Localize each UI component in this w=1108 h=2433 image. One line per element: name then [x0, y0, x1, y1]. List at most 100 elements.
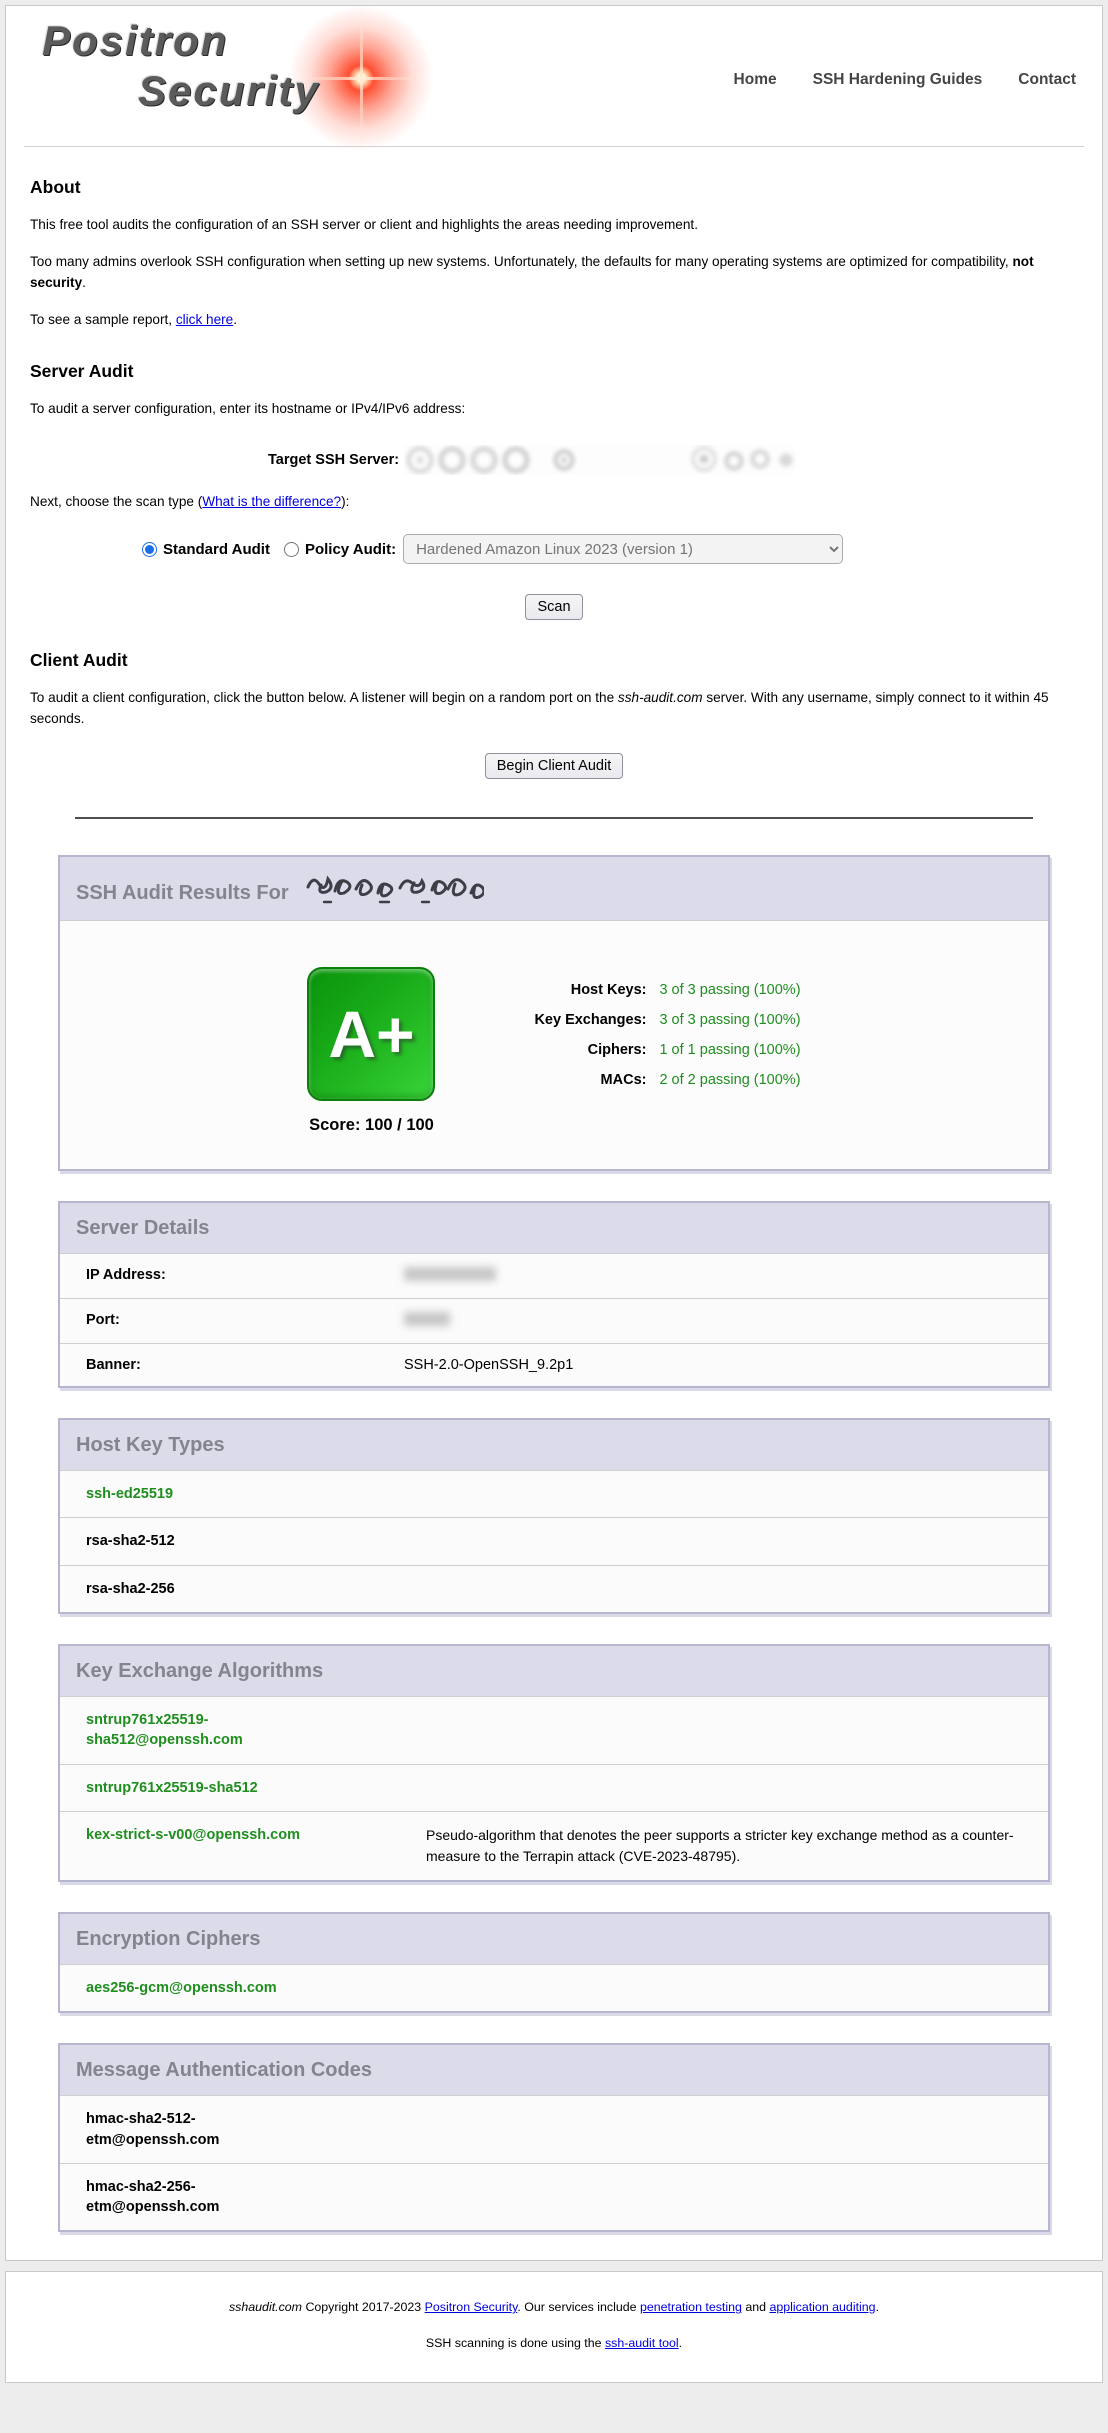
server-details-panel: Server Details IP Address: Port: Banner:…: [58, 1201, 1050, 1388]
algo-text: kex-strict-s-v00@openssh.com: [86, 1825, 300, 1845]
kex-name: sntrup761x25519-sha512@openssh.com: [86, 1710, 426, 1751]
stat-value: 1 of 1 passing (100%): [659, 1035, 800, 1065]
detail-row-banner: Banner: SSH-2.0-OpenSSH_9.2p1: [60, 1343, 1048, 1386]
redacted-port-blur: [404, 1312, 450, 1326]
kex-row: kex-strict-s-v00@openssh.com Pseudo-algo…: [60, 1811, 1048, 1880]
detail-value-redacted: [404, 1267, 496, 1285]
algo-text: ssh-ed25519: [86, 1484, 173, 1504]
detail-value-redacted: [404, 1312, 450, 1330]
client-audit-text: To audit a client configuration, click t…: [30, 688, 1082, 729]
kex-row: sntrup761x25519-sha512: [60, 1764, 1048, 1811]
detail-value: SSH-2.0-OpenSSH_9.2p1: [404, 1357, 573, 1373]
page-content: About This free tool audits the configur…: [6, 177, 1102, 2232]
stat-value: 3 of 3 passing (100%): [659, 975, 800, 1005]
scan-button-row: Scan: [26, 594, 1082, 620]
footer-line-1: sshaudit.com Copyright 2017-2023 Positro…: [26, 2299, 1082, 2316]
results-divider: [75, 817, 1033, 819]
host-key-name: ssh-ed25519: [86, 1484, 426, 1504]
standard-audit-label: Standard Audit: [163, 541, 270, 558]
ssh-audit-results-panel: SSH Audit Results For A+ Score: 100 / 10…: [58, 855, 1050, 1171]
kex-name: kex-strict-s-v00@openssh.com: [86, 1825, 426, 1845]
encryption-ciphers-header: Encryption Ciphers: [60, 1914, 1048, 1964]
site-footer: sshaudit.com Copyright 2017-2023 Positro…: [5, 2271, 1103, 2383]
standard-audit-radio[interactable]: [142, 542, 157, 557]
algo-text: sntrup761x25519-sha512: [86, 1778, 258, 1798]
header-divider: [24, 146, 1084, 147]
macs-panel: Message Authentication Codes hmac-sha2-5…: [58, 2043, 1050, 2232]
kex-row: sntrup761x25519-sha512@openssh.com: [60, 1696, 1048, 1764]
stat-row-ciphers: Ciphers: 1 of 1 passing (100%): [509, 1035, 800, 1065]
policy-audit-label: Policy Audit:: [305, 541, 396, 558]
site-header: Positron Security Home SSH Hardening Gui…: [6, 6, 1102, 146]
main-card: Positron Security Home SSH Hardening Gui…: [5, 5, 1103, 2261]
logo-line2: Security: [28, 67, 468, 115]
kex-note: Pseudo-algorithm that denotes the peer s…: [426, 1825, 1026, 1867]
stat-label: Key Exchanges:: [509, 1005, 659, 1035]
sample-report-link[interactable]: click here: [176, 312, 233, 327]
footer-appaudit-link[interactable]: application auditing: [769, 2300, 875, 2314]
target-server-input[interactable]: [404, 445, 796, 475]
cipher-name: aes256-gcm@openssh.com: [86, 1978, 426, 1998]
about-heading: About: [30, 177, 1082, 198]
scan-type-difference-link[interactable]: What is the difference?: [202, 494, 341, 509]
stat-value: 3 of 3 passing (100%): [659, 1005, 800, 1035]
footer-text: Copyright 2017-2023: [302, 2300, 425, 2314]
algo-text: hmac-sha2-512-etm@openssh.com: [86, 2109, 306, 2150]
algo-text: sntrup761x25519-sha512@openssh.com: [86, 1710, 306, 1751]
about-p3-text: To see a sample report,: [30, 312, 176, 327]
scan-type-prefix: Next, choose the scan type (: [30, 494, 202, 509]
stat-label: MACs:: [509, 1065, 659, 1095]
about-paragraph-1: This free tool audits the configuration …: [30, 215, 1082, 235]
policy-select[interactable]: Hardened Amazon Linux 2023 (version 1): [403, 534, 843, 564]
positron-security-logo[interactable]: Positron Security: [28, 17, 468, 139]
detail-row-port: Port:: [60, 1298, 1048, 1343]
footer-text: .: [679, 2336, 682, 2350]
host-key-row: rsa-sha2-256: [60, 1565, 1048, 1612]
stat-row-key-exchanges: Key Exchanges: 3 of 3 passing (100%): [509, 1005, 800, 1035]
scan-type-suffix: ):: [341, 494, 349, 509]
about-p2-period: .: [82, 275, 86, 290]
target-server-row: Target SSH Server:: [268, 445, 1082, 475]
scan-button[interactable]: Scan: [525, 594, 582, 620]
scan-type-row: Standard Audit Policy Audit: Hardened Am…: [142, 534, 1082, 564]
grade-score: Score: 100 / 100: [307, 1116, 435, 1135]
detail-row-ip: IP Address:: [60, 1253, 1048, 1298]
detail-label: Banner:: [86, 1357, 404, 1373]
host-key-name: rsa-sha2-512: [86, 1531, 426, 1551]
key-exchange-header: Key Exchange Algorithms: [60, 1646, 1048, 1696]
nav-home[interactable]: Home: [734, 71, 777, 89]
footer-domain: sshaudit.com: [229, 2300, 302, 2314]
mac-name: hmac-sha2-512-etm@openssh.com: [86, 2109, 426, 2150]
grade-badge: A+: [307, 967, 435, 1101]
stat-label: Host Keys:: [509, 975, 659, 1005]
host-key-name: rsa-sha2-256: [86, 1579, 426, 1599]
server-audit-heading: Server Audit: [30, 361, 1082, 382]
client-audit-domain: ssh-audit.com: [618, 690, 703, 705]
nav-ssh-hardening-guides[interactable]: SSH Hardening Guides: [813, 71, 983, 89]
policy-audit-radio[interactable]: [284, 542, 299, 557]
host-key-types-panel: Host Key Types ssh-ed25519 rsa-sha2-512 …: [58, 1418, 1050, 1614]
footer-positron-link[interactable]: Positron Security: [425, 2300, 518, 2314]
algo-text: rsa-sha2-512: [86, 1531, 175, 1551]
mac-row: hmac-sha2-512-etm@openssh.com: [60, 2095, 1048, 2163]
footer-text: . Our services include: [517, 2300, 640, 2314]
results-title: SSH Audit Results For: [76, 882, 289, 904]
detail-label: IP Address:: [86, 1267, 404, 1283]
footer-pentest-link[interactable]: penetration testing: [640, 2300, 742, 2314]
footer-text: and: [742, 2300, 770, 2314]
results-body: A+ Score: 100 / 100 Host Keys: 3 of 3 pa…: [60, 920, 1048, 1169]
begin-client-audit-button[interactable]: Begin Client Audit: [485, 753, 623, 779]
stat-label: Ciphers:: [509, 1035, 659, 1065]
key-exchange-panel: Key Exchange Algorithms sntrup761x25519-…: [58, 1644, 1050, 1882]
kex-name: sntrup761x25519-sha512: [86, 1778, 426, 1798]
nav-contact[interactable]: Contact: [1018, 71, 1076, 89]
stat-row-host-keys: Host Keys: 3 of 3 passing (100%): [509, 975, 800, 1005]
footer-text: SSH scanning is done using the: [426, 2336, 605, 2350]
footer-sshaudit-tool-link[interactable]: ssh-audit tool: [605, 2336, 679, 2350]
algo-text: aes256-gcm@openssh.com: [86, 1978, 277, 1998]
logo-line1: Positron: [28, 17, 468, 65]
about-p3-period: .: [233, 312, 237, 327]
server-audit-intro: To audit a server configuration, enter i…: [30, 399, 1082, 419]
client-audit-text-a: To audit a client configuration, click t…: [30, 690, 618, 705]
footer-line-2: SSH scanning is done using the ssh-audit…: [26, 2335, 1082, 2352]
